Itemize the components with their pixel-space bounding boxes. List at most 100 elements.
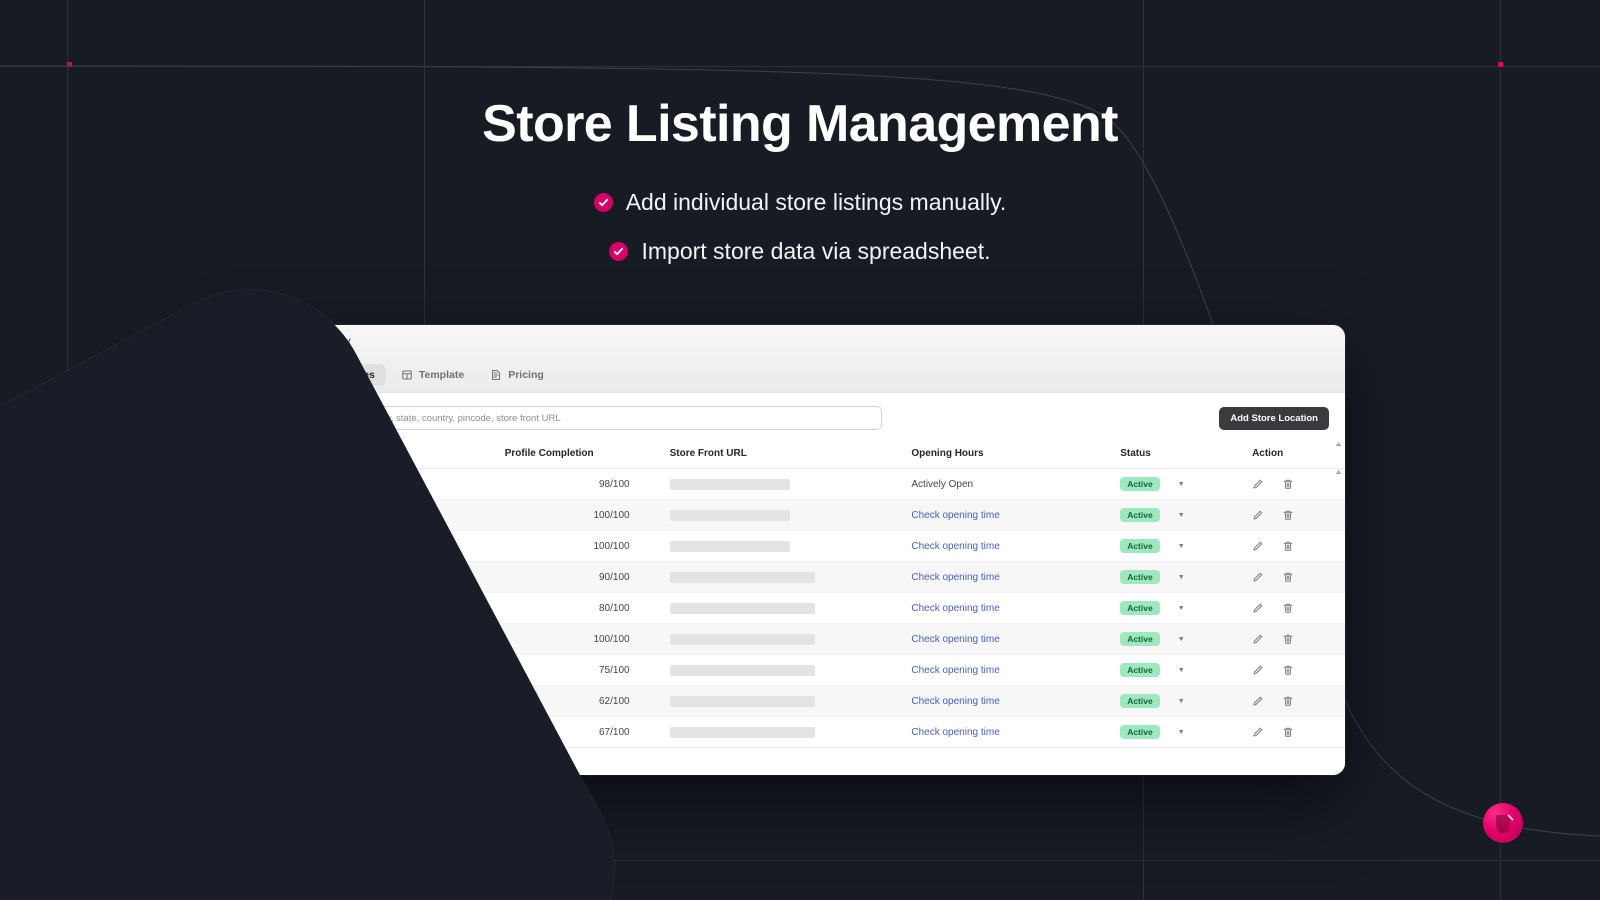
cell-profile-completion: 90/100 bbox=[498, 561, 664, 593]
opening-hours-label[interactable]: Check opening time bbox=[911, 572, 999, 583]
cell-store-front-url bbox=[663, 685, 906, 717]
delete-row-button[interactable] bbox=[1282, 602, 1294, 614]
vertical-scrollbar[interactable] bbox=[1334, 440, 1343, 748]
edit-row-button[interactable] bbox=[1252, 633, 1264, 645]
cell-opening-hours[interactable]: Check opening time bbox=[905, 623, 1115, 655]
cell-opening-hours[interactable]: Check opening time bbox=[905, 561, 1115, 593]
cell-status[interactable]: Active ▼ bbox=[1114, 561, 1247, 593]
delete-trash-icon bbox=[1283, 541, 1293, 551]
cell-action bbox=[1246, 561, 1345, 593]
status-badge: Active bbox=[1120, 570, 1160, 584]
edit-pencil-icon bbox=[1253, 634, 1263, 644]
cell-action bbox=[1246, 468, 1345, 500]
column-header-hours[interactable]: Opening Hours bbox=[905, 440, 1115, 469]
row-action-group bbox=[1252, 602, 1339, 614]
cell-store-front-url bbox=[663, 561, 906, 593]
url-skeleton-placeholder bbox=[669, 664, 815, 676]
opening-hours-label[interactable]: Check opening time bbox=[911, 541, 999, 552]
edit-pencil-icon bbox=[1253, 603, 1263, 613]
cell-status[interactable]: Active ▼ bbox=[1114, 530, 1247, 562]
edit-row-button[interactable] bbox=[1252, 664, 1264, 676]
cell-opening-hours[interactable]: Check opening time bbox=[905, 685, 1115, 717]
opening-hours-label[interactable]: Check opening time bbox=[911, 696, 999, 707]
cell-opening-hours[interactable]: Check opening time bbox=[905, 716, 1115, 748]
delete-trash-icon bbox=[1283, 510, 1293, 520]
chevron-down-icon[interactable]: ▼ bbox=[1178, 605, 1185, 612]
column-header-status[interactable]: Status bbox=[1114, 440, 1247, 469]
status-badge: Active bbox=[1120, 508, 1160, 522]
scroll-up-arrow-icon[interactable] bbox=[1335, 469, 1342, 475]
url-skeleton-placeholder bbox=[669, 571, 815, 583]
chevron-down-icon[interactable]: ▼ bbox=[1178, 512, 1185, 519]
cell-status[interactable]: Active ▼ bbox=[1114, 685, 1247, 717]
nav-item-pricing[interactable]: Pricing bbox=[479, 364, 555, 386]
status-badge: Active bbox=[1120, 601, 1160, 615]
check-circle-icon bbox=[609, 242, 629, 262]
cell-opening-hours[interactable]: Check opening time bbox=[905, 654, 1115, 686]
template-icon bbox=[402, 370, 412, 380]
brand-logo-glyph bbox=[1495, 814, 1514, 833]
cell-opening-hours[interactable]: Check opening time bbox=[905, 592, 1115, 624]
hero-bullet-item: Import store data via spreadsheet. bbox=[609, 238, 991, 265]
delete-trash-icon bbox=[1283, 603, 1293, 613]
opening-hours-label[interactable]: Check opening time bbox=[911, 510, 999, 521]
check-circle-icon bbox=[593, 193, 613, 213]
delete-row-button[interactable] bbox=[1282, 726, 1294, 738]
edit-row-button[interactable] bbox=[1252, 726, 1264, 738]
grid-line-horizontal bbox=[0, 66, 1600, 67]
chevron-down-icon[interactable]: ▼ bbox=[1178, 667, 1185, 674]
cell-status[interactable]: Active ▼ bbox=[1114, 623, 1247, 655]
chevron-down-icon[interactable]: ▼ bbox=[1178, 543, 1185, 550]
status-badge: Active bbox=[1120, 694, 1160, 708]
delete-trash-icon bbox=[1283, 634, 1293, 644]
cell-action bbox=[1246, 592, 1345, 624]
edit-row-button[interactable] bbox=[1252, 571, 1264, 583]
edit-row-button[interactable] bbox=[1252, 509, 1264, 521]
edit-row-button[interactable] bbox=[1252, 602, 1264, 614]
cell-status[interactable]: Active ▼ bbox=[1114, 716, 1247, 748]
cell-opening-hours: Actively Open bbox=[905, 468, 1115, 500]
nav-item-template[interactable]: Template bbox=[390, 364, 475, 386]
url-skeleton-placeholder bbox=[669, 540, 790, 552]
cell-opening-hours[interactable]: Check opening time bbox=[905, 499, 1115, 531]
column-header-url[interactable]: Store Front URL bbox=[663, 440, 906, 469]
chevron-down-icon[interactable]: ▼ bbox=[1178, 574, 1185, 581]
chevron-down-icon[interactable]: ▼ bbox=[1178, 636, 1185, 643]
opening-hours-label[interactable]: Check opening time bbox=[911, 665, 999, 676]
edit-row-button[interactable] bbox=[1252, 695, 1264, 707]
cell-store-front-url bbox=[663, 654, 906, 686]
cell-store-front-url bbox=[663, 592, 906, 624]
page-title: Store Listing Management bbox=[482, 95, 1118, 153]
column-header-profile[interactable]: Profile Completion bbox=[498, 440, 664, 469]
delete-row-button[interactable] bbox=[1282, 633, 1294, 645]
cell-profile-completion: 98/100 bbox=[498, 468, 664, 500]
chevron-down-icon[interactable]: ▼ bbox=[1178, 729, 1185, 736]
opening-hours-label[interactable]: Check opening time bbox=[911, 727, 999, 738]
chevron-down-icon[interactable]: ▼ bbox=[1178, 481, 1185, 488]
delete-row-button[interactable] bbox=[1282, 509, 1294, 521]
main-navigation: Home Stores Template Pricing bbox=[224, 358, 1345, 393]
cell-status[interactable]: Active ▼ bbox=[1114, 592, 1247, 624]
cell-status[interactable]: Active ▼ bbox=[1114, 499, 1247, 531]
edit-row-button[interactable] bbox=[1252, 478, 1264, 490]
delete-row-button[interactable] bbox=[1282, 478, 1294, 490]
chevron-down-icon[interactable]: ▼ bbox=[1178, 698, 1185, 705]
scroll-up-arrow-icon[interactable] bbox=[1335, 441, 1342, 447]
hero-bullet-list: Add individual store listings manually. … bbox=[0, 189, 1600, 265]
cell-status[interactable]: Active ▼ bbox=[1114, 468, 1247, 500]
edit-row-button[interactable] bbox=[1252, 540, 1264, 552]
cell-opening-hours[interactable]: Check opening time bbox=[905, 530, 1115, 562]
delete-row-button[interactable] bbox=[1282, 664, 1294, 676]
row-action-group bbox=[1252, 695, 1339, 707]
opening-hours-label[interactable]: Check opening time bbox=[911, 634, 999, 645]
delete-row-button[interactable] bbox=[1282, 571, 1294, 583]
delete-trash-icon bbox=[1283, 696, 1293, 706]
delete-row-button[interactable] bbox=[1282, 540, 1294, 552]
opening-hours-label[interactable]: Check opening time bbox=[911, 603, 999, 614]
cell-status[interactable]: Active ▼ bbox=[1114, 654, 1247, 686]
url-skeleton-placeholder bbox=[669, 633, 815, 645]
add-store-location-button[interactable]: Add Store Location bbox=[1219, 406, 1329, 430]
edit-pencil-icon bbox=[1253, 696, 1263, 706]
cell-store-front-url bbox=[663, 499, 906, 531]
delete-row-button[interactable] bbox=[1282, 695, 1294, 707]
